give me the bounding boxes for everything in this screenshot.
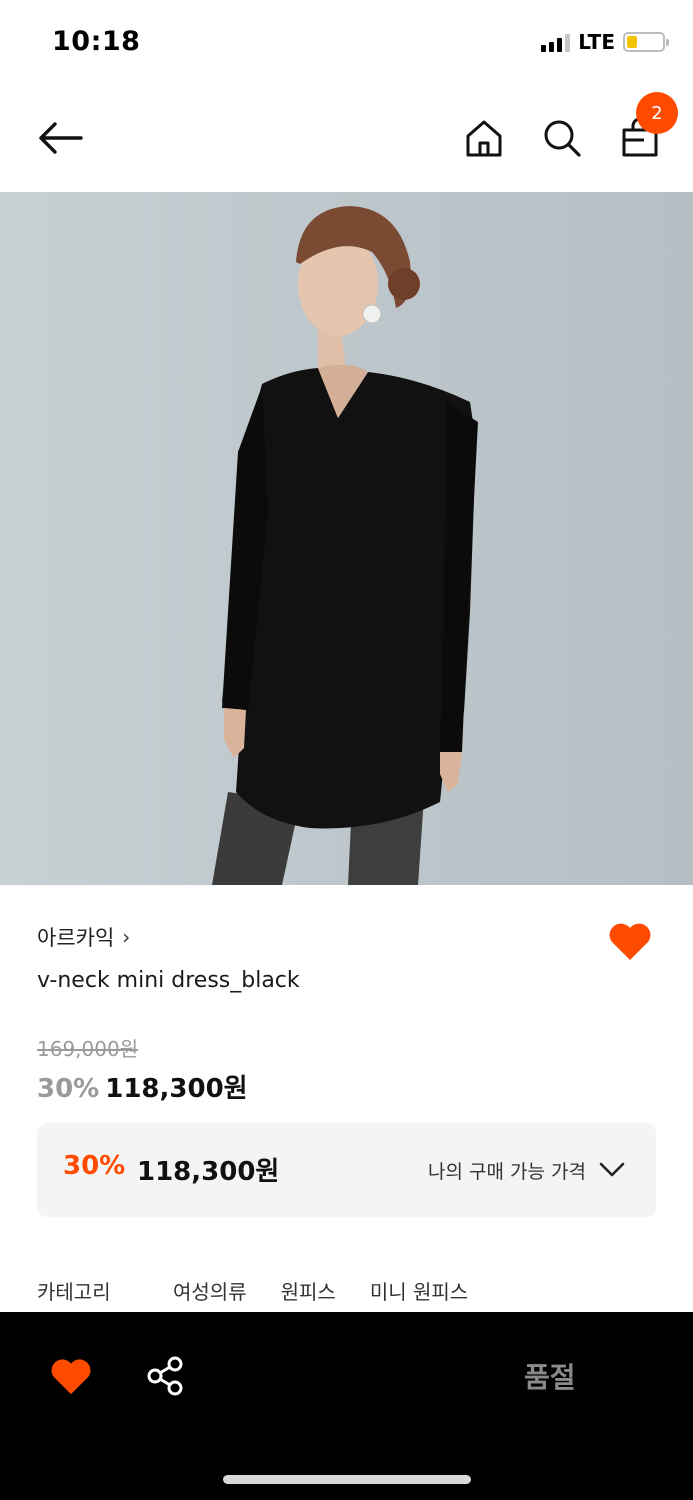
brand-link[interactable]: 아르카익 › xyxy=(37,922,130,952)
discount-rate: 30% xyxy=(37,1074,100,1104)
category-header: 카테고리 xyxy=(37,1280,111,1304)
category-path: 카테고리 여성의류 원피스 미니 원피스 xyxy=(37,1276,502,1305)
signal-icon xyxy=(541,32,571,52)
home-indicator[interactable] xyxy=(223,1475,471,1484)
category-item[interactable]: 원피스 xyxy=(281,1276,336,1305)
arrow-left-icon xyxy=(39,122,83,154)
sold-out-button[interactable]: 품절 xyxy=(524,1356,576,1396)
product-image[interactable] xyxy=(0,192,693,885)
bottom-action-bar: 품절 xyxy=(0,1312,693,1500)
status-bar: 10:18 LTE xyxy=(0,0,693,86)
chevron-right-icon: › xyxy=(122,925,131,949)
brand-name: 아르카익 xyxy=(37,926,115,950)
my-price-label: 나의 구매 가능 가격 xyxy=(428,1161,586,1183)
network-label: LTE xyxy=(578,30,615,54)
chevron-down-icon xyxy=(599,1162,625,1177)
product-name: v-neck mini dress_black xyxy=(37,968,300,993)
search-icon xyxy=(544,120,581,157)
like-button[interactable] xyxy=(606,918,654,966)
original-price: 169,000원 xyxy=(37,1037,139,1061)
my-discount-rate: 30% xyxy=(63,1151,126,1181)
battery-icon xyxy=(623,32,669,52)
heart-icon xyxy=(51,1359,91,1395)
category-item[interactable]: 여성의류 xyxy=(173,1276,247,1305)
cart-count-badge: 2 xyxy=(636,92,678,134)
product-photo xyxy=(212,206,478,885)
share-icon xyxy=(147,1356,183,1396)
heart-icon xyxy=(609,923,651,960)
category-item[interactable]: 미니 원피스 xyxy=(370,1276,468,1305)
sale-price: 118,300원 xyxy=(105,1074,248,1104)
price-row: 30% 118,300원 xyxy=(37,1068,248,1105)
top-nav: 2 xyxy=(0,86,693,192)
bottom-like-button[interactable] xyxy=(48,1356,94,1398)
search-button[interactable] xyxy=(536,112,588,164)
home-icon xyxy=(466,120,502,157)
status-time: 10:18 xyxy=(52,26,141,57)
home-button[interactable] xyxy=(458,112,510,164)
status-indicators: LTE xyxy=(541,30,669,54)
my-price: 118,300원 xyxy=(137,1157,280,1187)
my-price-box[interactable]: 30% 118,300원 나의 구매 가능 가격 xyxy=(37,1123,656,1217)
battery-level xyxy=(627,36,638,48)
back-button[interactable] xyxy=(34,112,86,164)
share-button[interactable] xyxy=(144,1354,188,1398)
